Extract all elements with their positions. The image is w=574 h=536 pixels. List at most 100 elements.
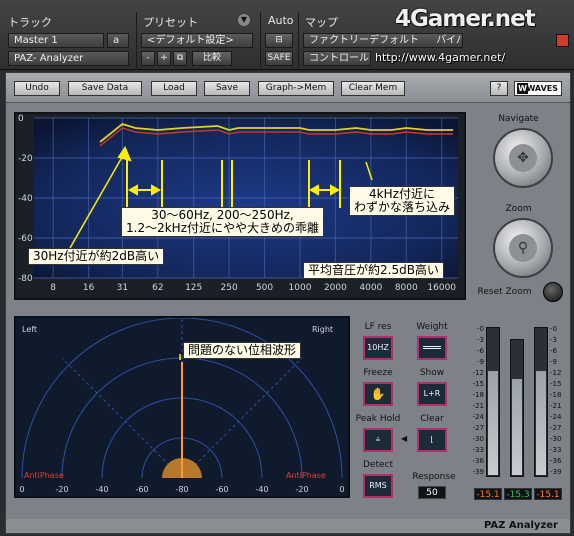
preset-next-button[interactable]: + — [157, 51, 171, 66]
preset-name: <デフォルト設定> — [147, 35, 234, 46]
automation-icon[interactable]: ⊟ — [265, 33, 293, 48]
band-deviation-note: 30〜60Hz, 200〜250Hz, 1.2〜2kHz付近にやや大きめの乖離 — [121, 207, 324, 237]
phase-x-tick: -20 — [295, 485, 308, 494]
lf-res-button[interactable]: 10HZ — [363, 336, 393, 360]
controller-field[interactable]: コントロール — [303, 51, 371, 66]
phase-ray — [181, 357, 303, 479]
meter-scale-tick: -24 — [472, 413, 484, 421]
phase-right-label: Right — [312, 325, 333, 334]
meter-mid-readout: -15.3 — [504, 488, 532, 500]
compare-button[interactable]: 比較 — [192, 51, 232, 66]
save-button[interactable]: Save — [204, 81, 250, 96]
weight-button[interactable] — [417, 336, 447, 360]
phase-left-label: Left — [22, 325, 37, 334]
reset-zoom-button[interactable] — [543, 282, 563, 302]
plugin-toolbar: Undo Save Data Load Save Graph->Mem Clea… — [6, 73, 570, 103]
meter-mid — [510, 339, 524, 477]
x-tick-label: 2000 — [324, 283, 347, 293]
waves-brand: WAVES — [526, 84, 558, 93]
clear-label: Clear — [420, 414, 444, 424]
meter-scale-tick: -12 — [550, 369, 562, 377]
preset-label: プリセット — [143, 16, 198, 29]
plugin-name: PAZ- Analyzer — [14, 53, 84, 64]
peak-hold-button[interactable]: ⩮ — [363, 428, 393, 452]
y-tick-label: 0 — [18, 114, 24, 124]
meter-right — [534, 327, 548, 477]
copy-icon[interactable]: ⧉ — [173, 51, 187, 66]
meter-left-readout: -15.1 — [474, 488, 502, 500]
meter-scale-tick: -3 — [550, 336, 557, 344]
meter-scale-tick: -0 — [477, 325, 484, 333]
meter-right-readout: -15.1 — [534, 488, 562, 500]
y-tick-label: -40 — [18, 194, 33, 204]
preset-select[interactable]: <デフォルト設定> — [141, 33, 253, 48]
x-tick-label: 16000 — [427, 283, 456, 293]
meter-scale-tick: -36 — [550, 457, 562, 465]
save-data-button[interactable]: Save Data — [68, 81, 142, 96]
flat-line-icon — [423, 346, 441, 349]
controller-text: コントロール — [309, 53, 369, 64]
clear-mem-button[interactable]: Clear Mem — [341, 81, 405, 96]
undo-button[interactable]: Undo — [14, 81, 60, 96]
auto-label: Auto — [268, 14, 294, 27]
response-label: Response — [412, 472, 456, 482]
clear-button[interactable]: ⌊ — [417, 428, 447, 452]
x-tick-label: 16 — [83, 283, 95, 293]
navigate-pad[interactable]: ✥ — [493, 128, 553, 188]
meter-scale-tick: -18 — [472, 391, 484, 399]
meter-scale-tick: -33 — [472, 446, 484, 454]
band-note-line-2: 1.2〜2kHz付近にやや大きめの乖離 — [126, 221, 319, 235]
preset-prev-button[interactable]: - — [141, 51, 155, 66]
clear-graph-icon: ⌊ — [430, 435, 434, 444]
show-button[interactable]: L+R — [417, 382, 447, 406]
x-tick-label: 1000 — [289, 283, 312, 293]
meter-left — [486, 327, 500, 477]
meter-scale-tick: -30 — [472, 435, 484, 443]
paz-analyzer-plugin: Undo Save Data Load Save Graph->Mem Clea… — [5, 72, 571, 534]
navigate-panel: Navigate ✥ Zoom ⚲ Reset Zoom — [471, 112, 566, 308]
channel-select[interactable]: a — [107, 33, 129, 48]
x-tick-label: 500 — [256, 283, 273, 293]
detect-button[interactable]: RMS — [363, 474, 393, 498]
phase-x-tick: -40 — [255, 485, 268, 494]
antiphase-left-label: AntiPhase — [24, 471, 64, 480]
meter-scale-tick: -15 — [550, 380, 562, 388]
factory-default-field[interactable]: ファクトリーデフォルト バイパス — [303, 33, 463, 48]
level-meters: -0 -3 -6 -9 -12 -15 -18 -21 -24 -27 -30 -33 -36 -39 -… — [462, 323, 568, 508]
meter-scale-tick: -9 — [550, 358, 557, 366]
dip-note: 4kHz付近に わずかな落ち込み — [349, 186, 456, 216]
x-tick-label: 8 — [50, 283, 56, 293]
zoom-pad[interactable]: ⚲ — [493, 218, 553, 278]
hz30-note: 30Hz付近が約2dB高い — [28, 248, 165, 265]
host-menu-icon[interactable] — [556, 34, 569, 47]
load-button[interactable]: Load — [151, 81, 197, 96]
x-tick-label: 8000 — [395, 283, 418, 293]
meter-scale-tick: -3 — [477, 336, 484, 344]
navigate-arrows-icon: ✥ — [509, 144, 537, 172]
graph-to-mem-button[interactable]: Graph->Mem — [258, 81, 334, 96]
reset-zoom-label: Reset Zoom — [477, 287, 532, 297]
meter-scale-tick: -12 — [472, 369, 484, 377]
track-select[interactable]: Master 1 — [8, 33, 104, 48]
freeze-button[interactable]: ✋ — [363, 382, 393, 406]
x-tick-label: 4000 — [359, 283, 382, 293]
help-button[interactable]: ? — [490, 81, 508, 96]
meter-scale-tick: -0 — [550, 325, 557, 333]
response-field[interactable]: 50 — [418, 486, 446, 499]
meter-scale-tick: -18 — [550, 391, 562, 399]
waves-w-icon: W — [517, 83, 528, 94]
meter-scale-tick: -21 — [472, 402, 484, 410]
phase-x-tick: -40 — [95, 485, 108, 494]
track-name: Master 1 — [14, 35, 58, 46]
detect-label: Detect — [362, 460, 393, 470]
channel-value: a — [113, 35, 120, 46]
x-tick-label: 125 — [185, 283, 202, 293]
meter-scale-tick: -6 — [550, 347, 557, 355]
watermark-url: http://www.4gamer.net/ — [375, 51, 506, 64]
factory-default-text: ファクトリーデフォルト — [309, 35, 419, 46]
lf-res-label: LF res — [364, 322, 392, 332]
meter-scale-tick: -15 — [472, 380, 484, 388]
safe-button[interactable]: SAFE — [265, 51, 293, 66]
preset-menu-icon[interactable]: ▼ — [238, 14, 250, 26]
plugin-select[interactable]: PAZ- Analyzer — [8, 51, 129, 66]
